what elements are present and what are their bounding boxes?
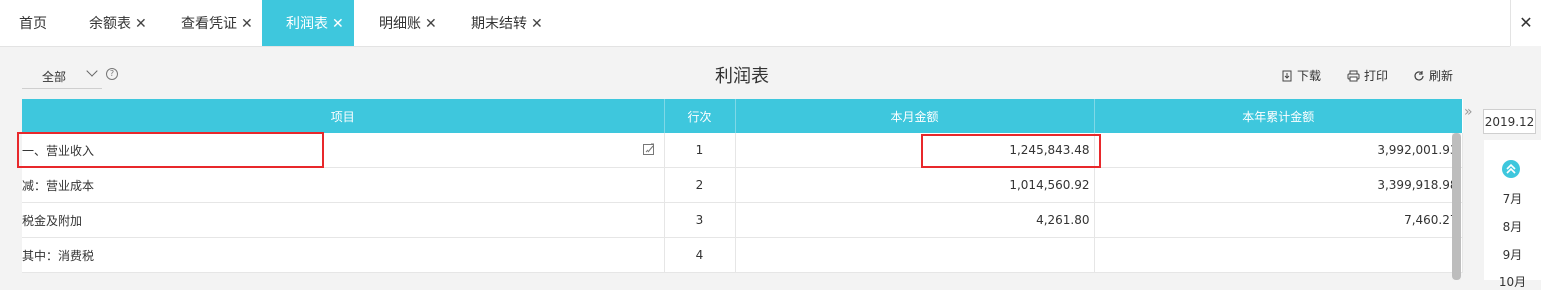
item-cell: 税金及附加 — [22, 202, 665, 238]
double-chevron-up-icon — [1506, 163, 1516, 174]
item-cell: 减：营业成本 — [22, 167, 665, 203]
row-number-cell: 4 — [664, 237, 736, 273]
tab-income-statement[interactable]: 利润表 ✕ — [262, 0, 354, 46]
item-cell: 其中：消费税 — [22, 237, 665, 273]
row-number-cell: 1 — [664, 133, 736, 168]
highlight-box-amount — [921, 134, 1101, 168]
month-item[interactable]: 8月 — [1484, 218, 1541, 235]
current-month-cell[interactable]: 4,261.80 — [735, 202, 1095, 238]
table-row: 其中：消费税 4 — [22, 237, 1463, 273]
year-to-date-cell[interactable]: 3,399,918.98 — [1094, 167, 1463, 203]
tab-label: 余额表 — [89, 16, 131, 32]
item-label: 税金及附加 — [22, 213, 83, 228]
row-number-cell: 2 — [664, 167, 736, 203]
edit-formula-icon[interactable] — [642, 143, 656, 156]
page-title: 利润表 — [715, 66, 769, 87]
year-to-date-cell[interactable]: 3,992,001.93 — [1094, 133, 1463, 168]
tab-label: 期末结转 — [471, 16, 527, 32]
tab-label: 明细账 — [379, 16, 421, 32]
tab-balance[interactable]: 余额表 ✕ — [73, 0, 162, 46]
close-icon[interactable]: ✕ — [332, 16, 344, 32]
column-header-item: 项目 — [22, 99, 665, 133]
download-button[interactable]: 下载 — [1281, 67, 1321, 84]
close-icon[interactable]: ✕ — [135, 16, 147, 32]
scroll-up-button[interactable] — [1502, 160, 1520, 178]
current-month-cell[interactable] — [735, 237, 1095, 273]
month-item[interactable]: 9月 — [1484, 246, 1541, 263]
refresh-button[interactable]: 刷新 — [1413, 67, 1453, 84]
month-item[interactable]: 10月 — [1484, 273, 1541, 290]
row-number-cell: 3 — [664, 202, 736, 238]
tab-ledger-detail[interactable]: 明细账 ✕ — [363, 0, 445, 46]
print-button[interactable]: 打印 — [1347, 67, 1388, 84]
table-header-row: 项目 行次 本月金额 本年累计金额 — [22, 99, 1462, 133]
year-to-date-cell[interactable] — [1094, 237, 1463, 273]
item-label: 其中：消费税 — [22, 248, 95, 263]
tab-view-voucher[interactable]: 查看凭证 ✕ — [165, 0, 262, 46]
column-header-current-month: 本月金额 — [735, 99, 1095, 133]
tab-label: 首页 — [19, 16, 47, 32]
tab-label: 查看凭证 — [181, 16, 237, 32]
close-all-tabs-button[interactable]: ✕ — [1510, 0, 1541, 46]
refresh-icon — [1414, 71, 1424, 81]
close-icon[interactable]: ✕ — [241, 16, 253, 32]
current-month-cell[interactable]: 1,014,560.92 — [735, 167, 1095, 203]
double-chevron-right-icon[interactable]: » — [1464, 104, 1473, 120]
year-to-date-cell[interactable]: 7,460.27 — [1094, 202, 1463, 238]
column-header-year-to-date: 本年累计金额 — [1094, 99, 1462, 133]
income-statement-table: 项目 行次 本月金额 本年累计金额 一、营业收入 1 1,245,843.48 … — [22, 99, 1463, 273]
close-icon[interactable]: ✕ — [425, 16, 437, 32]
year-selector[interactable]: 2019.12 — [1483, 109, 1536, 134]
highlight-box-item — [17, 132, 324, 168]
table-row: 税金及附加 3 4,261.80 7,460.27 — [22, 202, 1463, 238]
close-icon[interactable]: ✕ — [531, 16, 543, 32]
month-item[interactable]: 7月 — [1484, 190, 1541, 207]
scrollbar-thumb[interactable] — [1452, 133, 1461, 280]
printer-icon — [1347, 70, 1360, 82]
vertical-scrollbar[interactable] — [1452, 133, 1461, 280]
download-label: 下载 — [1297, 69, 1322, 83]
tab-period-close[interactable]: 期末结转 ✕ — [455, 0, 555, 46]
close-icon: ✕ — [1519, 13, 1533, 32]
download-icon — [1282, 70, 1292, 82]
column-header-row-number: 行次 — [664, 99, 736, 133]
refresh-label: 刷新 — [1429, 69, 1454, 83]
print-label: 打印 — [1364, 69, 1389, 83]
tab-label: 利润表 — [286, 16, 328, 32]
table-row: 减：营业成本 2 1,014,560.92 3,399,918.98 — [22, 167, 1463, 203]
item-label: 减：营业成本 — [22, 178, 95, 193]
tab-home[interactable]: 首页 — [0, 0, 64, 46]
tab-bar: 首页 余额表 ✕ 查看凭证 ✕ 利润表 ✕ 明细账 ✕ 期末结转 ✕ — [0, 0, 1510, 47]
